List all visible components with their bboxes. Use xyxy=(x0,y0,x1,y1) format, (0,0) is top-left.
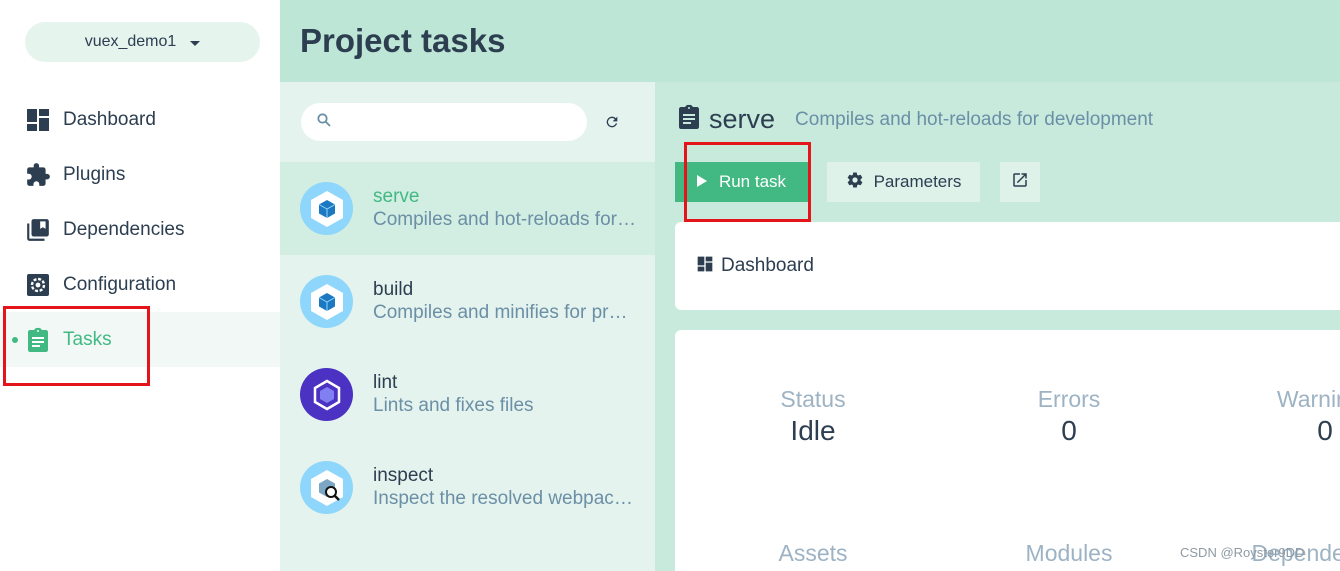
task-description: Lints and fixes files xyxy=(373,395,534,416)
sidebar-item-label: Plugins xyxy=(63,163,126,185)
settings-box-icon xyxy=(25,272,51,298)
stat-errors: Errors 0 xyxy=(989,386,1149,447)
task-description: Compiles and hot-reloads for development xyxy=(373,209,638,230)
webpack-inspect-icon xyxy=(300,461,353,514)
task-name: build xyxy=(373,279,414,300)
stat-label: Modules xyxy=(1025,540,1113,566)
stat-warnings: Warnings 0 xyxy=(1245,386,1340,447)
sidebar-item-label: Dashboard xyxy=(63,108,156,130)
stat-value: Idle xyxy=(790,415,836,446)
chevron-down-icon xyxy=(190,40,201,46)
eslint-icon xyxy=(300,368,353,421)
dashboard-icon xyxy=(697,256,713,277)
dashboard-tab-card[interactable]: Dashboard xyxy=(675,222,1340,310)
sidebar-item-plugins[interactable]: Plugins xyxy=(0,147,280,202)
vue-ui-app: vuex_demo1 Dashboard Plugins Dependencie… xyxy=(0,0,1340,571)
task-detail-description: Compiles and hot-reloads for development xyxy=(795,108,1154,130)
stat-status: Status Idle xyxy=(733,386,893,447)
open-in-new-icon xyxy=(1011,171,1029,194)
webpack-icon xyxy=(300,275,353,328)
parameters-label: Parameters xyxy=(873,172,962,191)
clipboard-icon xyxy=(677,104,701,135)
task-list-panel: serve Compiles and hot-reloads for devel… xyxy=(280,82,655,571)
project-selector[interactable]: vuex_demo1 xyxy=(25,22,260,62)
sidebar-item-dashboard[interactable]: Dashboard xyxy=(0,92,280,147)
task-detail-panel: serve Compiles and hot-reloads for devel… xyxy=(655,82,1340,571)
stat-assets: Assets xyxy=(733,540,893,567)
project-name: vuex_demo1 xyxy=(84,33,177,50)
sidebar-item-label: Tasks xyxy=(63,328,112,350)
task-detail-header: serve Compiles and hot-reloads for devel… xyxy=(677,104,1153,135)
watermark: CSDN @Royster9DD xyxy=(1180,545,1305,560)
open-external-button[interactable] xyxy=(1000,162,1040,202)
run-task-label: Run task xyxy=(718,172,787,191)
stat-value: 0 xyxy=(1317,415,1333,446)
task-description: Compiles and minifies for production xyxy=(373,302,638,323)
task-item-serve[interactable]: serve Compiles and hot-reloads for devel… xyxy=(280,162,655,255)
puzzle-icon xyxy=(25,162,51,188)
sidebar-item-configuration[interactable]: Configuration xyxy=(0,257,280,312)
task-name: inspect xyxy=(373,465,434,486)
stat-label: Errors xyxy=(1037,386,1101,412)
gear-icon xyxy=(846,171,864,194)
webpack-icon xyxy=(300,182,353,235)
dashboard-icon xyxy=(25,107,51,133)
sidebar-item-tasks[interactable]: Tasks xyxy=(0,312,280,367)
stat-label: Assets xyxy=(778,540,848,566)
clipboard-icon xyxy=(25,327,51,353)
sidebar-item-dependencies[interactable]: Dependencies xyxy=(0,202,280,257)
task-detail-name: serve xyxy=(709,104,776,134)
refresh-icon[interactable] xyxy=(600,110,624,134)
stat-value: 0 xyxy=(1061,415,1077,446)
task-name: lint xyxy=(373,372,398,393)
task-item-lint[interactable]: lint Lints and fixes files xyxy=(280,348,655,441)
stats-card: Status Idle Errors 0 Warnings 0 Assets M… xyxy=(675,330,1340,571)
parameters-button[interactable]: Parameters xyxy=(827,162,980,202)
sidebar-nav: Dashboard Plugins Dependencies Configura… xyxy=(0,92,280,367)
search-icon xyxy=(317,112,331,132)
stat-label: Status xyxy=(780,386,846,412)
run-task-button[interactable]: Run task xyxy=(675,162,808,202)
page-header: Project tasks xyxy=(280,0,1340,82)
task-name: serve xyxy=(373,186,420,207)
play-icon xyxy=(696,172,707,192)
task-item-build[interactable]: build Compiles and minifies for producti… xyxy=(280,255,655,348)
search-input[interactable] xyxy=(341,113,571,131)
task-item-inspect[interactable]: inspect Inspect the resolved webpack con… xyxy=(280,441,655,534)
search-box[interactable] xyxy=(301,103,587,141)
stat-label: Warnings xyxy=(1276,386,1340,412)
library-icon xyxy=(25,217,51,243)
dashboard-tab-label: Dashboard xyxy=(721,255,814,276)
sidebar: vuex_demo1 Dashboard Plugins Dependencie… xyxy=(0,0,280,571)
sidebar-item-label: Dependencies xyxy=(63,218,185,240)
task-description: Inspect the resolved webpack config xyxy=(373,488,638,509)
active-indicator xyxy=(12,336,18,343)
sidebar-item-label: Configuration xyxy=(63,273,177,295)
page-title: Project tasks xyxy=(300,22,506,59)
stat-modules: Modules xyxy=(989,540,1149,567)
